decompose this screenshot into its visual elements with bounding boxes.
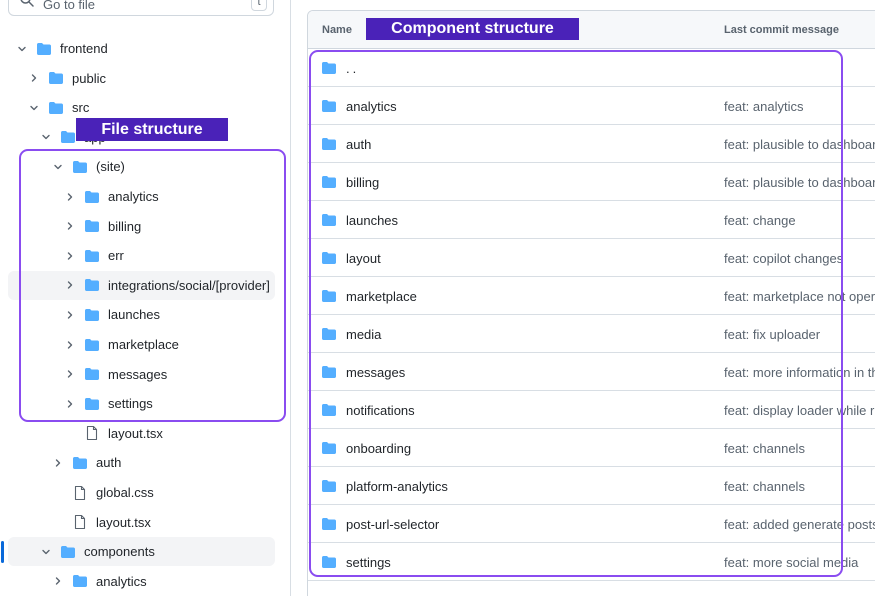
tree-folder-item[interactable]: auth [50, 448, 275, 477]
chevron-right-icon[interactable] [50, 573, 66, 589]
tree-folder-item[interactable]: analytics [50, 567, 275, 596]
component-structure-label: Component structure [366, 18, 579, 40]
tree-item-label: frontend [60, 41, 108, 56]
file-icon [72, 514, 88, 530]
folder-icon [36, 41, 52, 57]
folder-icon [72, 455, 88, 471]
tree-item-label: layout.tsx [96, 514, 151, 530]
name-column-header: Name [322, 24, 352, 36]
tree-folder-item[interactable]: components [8, 537, 275, 567]
tree-item-label: src [72, 100, 90, 116]
commit-message-column-header: Last commit message [724, 24, 839, 36]
file-icon [84, 425, 100, 441]
folder-icon [60, 544, 76, 560]
search-placeholder: Go to file [43, 0, 96, 12]
folder-icon [48, 100, 64, 116]
tree-folder-item[interactable]: frontend [14, 34, 275, 63]
tree-item-label: global.css [96, 485, 154, 500]
folder-icon [60, 129, 76, 145]
chevron-right-icon[interactable] [26, 70, 42, 86]
tree-file-item[interactable]: layout.tsx [62, 419, 275, 448]
file-structure-label: File structure [76, 118, 228, 141]
file-structure-highlight-box [19, 149, 286, 422]
chevron-down-icon[interactable] [14, 41, 30, 57]
chevron-right-icon[interactable] [50, 455, 66, 471]
file-icon [72, 485, 88, 501]
tree-file-item[interactable]: layout.tsx [50, 508, 275, 537]
active-item-marker [1, 541, 4, 563]
tree-folder-item[interactable]: public [26, 64, 275, 93]
tree-file-item[interactable]: global.css [50, 478, 275, 507]
folder-icon [72, 573, 88, 589]
chevron-down-icon[interactable] [26, 100, 42, 116]
folder-icon [48, 70, 64, 86]
tree-item-label: layout.tsx [108, 425, 163, 441]
search-icon [19, 0, 35, 13]
tree-item-label: analytics [96, 573, 147, 589]
shortcut-key: t [251, 0, 267, 11]
tree-item-label: public [72, 70, 106, 86]
panel-divider [290, 0, 291, 596]
go-to-file-input[interactable]: Go to file t [8, 0, 274, 16]
tree-item-label: auth [96, 455, 122, 471]
component-structure-highlight-box [309, 50, 843, 577]
tree-item-label: components [84, 544, 155, 560]
chevron-down-icon[interactable] [38, 544, 54, 560]
chevron-down-icon[interactable] [38, 129, 54, 145]
